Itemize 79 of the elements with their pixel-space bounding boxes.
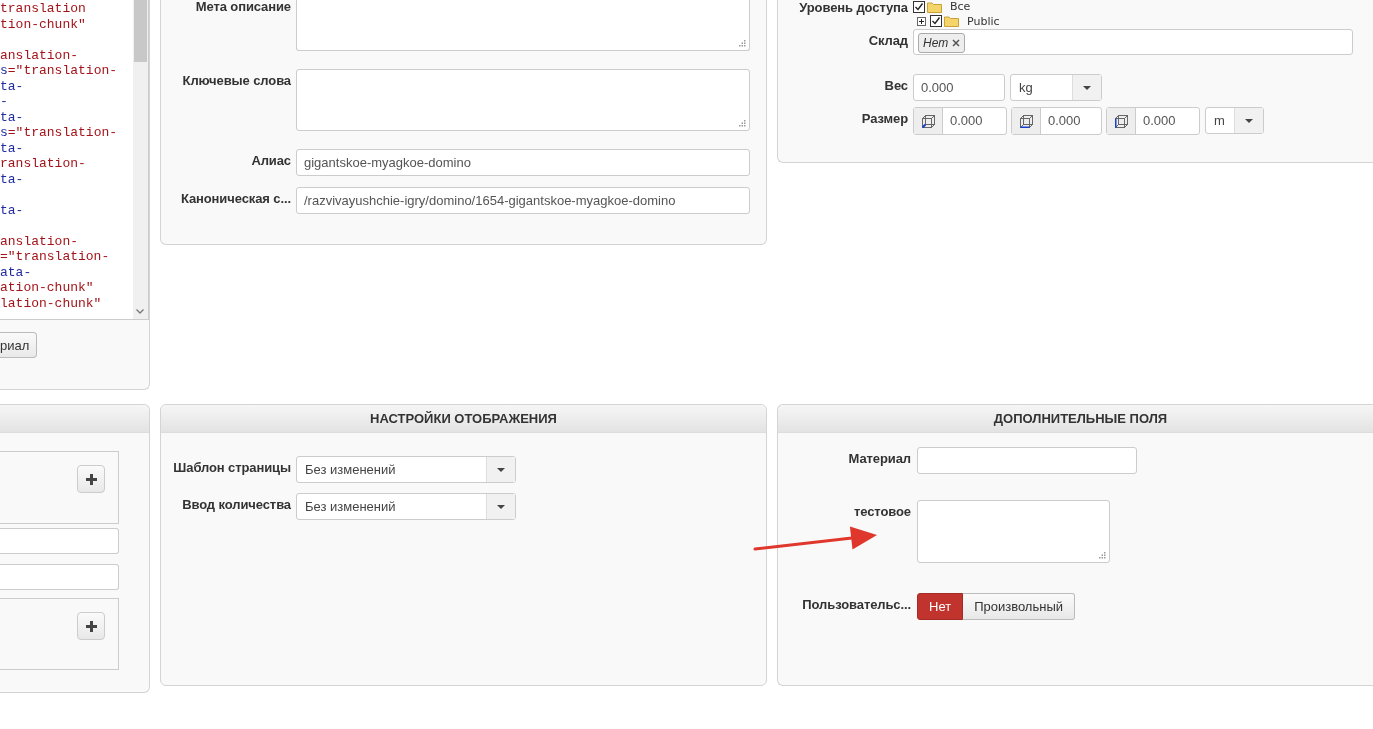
code-line: tion-chunk": [0, 16, 87, 32]
cube-icon: [1019, 114, 1033, 128]
panel-title: НАСТРОЙКИ ОТОБРАЖЕНИЯ: [370, 411, 557, 426]
code-line: ranslation-: [0, 156, 87, 172]
field-label: Вес: [883, 77, 908, 93]
scroll-down-icon[interactable]: [136, 309, 144, 314]
code-line: translation: [0, 1, 87, 17]
code-line: s="translation-: [0, 125, 119, 141]
field-label: Ввод количества: [181, 496, 291, 512]
code-line: anslation-: [0, 47, 79, 63]
plus-icon: [85, 620, 97, 632]
code-line: s="translation-: [0, 63, 119, 79]
toggle-option[interactable]: Произвольный: [963, 593, 1075, 620]
resize-grip-icon: [739, 40, 746, 47]
tag-field[interactable]: Нет: [913, 29, 1353, 55]
dropdown-select[interactable]: Без изменений: [296, 456, 516, 483]
tree-item[interactable]: Public: [967, 14, 1000, 28]
tag-chip[interactable]: Нет: [918, 33, 966, 53]
dimension-input[interactable]: 0.000: [913, 107, 1007, 135]
code-line: ta-: [0, 140, 25, 156]
text-area[interactable]: [296, 69, 750, 131]
scrollbar[interactable]: [133, 0, 148, 319]
remove-icon[interactable]: [952, 39, 961, 47]
code-line: ta-: [0, 202, 25, 218]
input-field[interactable]: /razvivayushchie-igry/domino/1654-gigantskoe-myagkoe-domino: [296, 187, 750, 214]
caret-icon: [1083, 85, 1091, 90]
dimension-input[interactable]: 0.000: [1106, 107, 1200, 135]
field-label: тестовое: [853, 503, 911, 519]
code-line: ation-chunk": [0, 280, 95, 296]
field-label: Шаблон страницы: [172, 459, 291, 475]
tree-item[interactable]: Все: [950, 0, 971, 13]
input-field[interactable]: [0, 528, 119, 554]
code-line: ta-: [0, 171, 25, 187]
caret-icon: [497, 504, 505, 509]
toggle-option[interactable]: Нет: [917, 593, 964, 620]
field-label: Ключевые слова: [181, 72, 291, 88]
checkbox[interactable]: [930, 15, 942, 27]
code-area[interactable]: translation tion-chunk" anslation- s="translation- ta- - ta- s="translation- ta- ranslation- ta- ta- anslation- ="translation- ata- ation-chunk" lation-chunk": [0, 0, 149, 320]
cube-icon: [1114, 114, 1128, 128]
add-button[interactable]: [77, 465, 105, 493]
dropdown-select[interactable]: Без изменений: [296, 493, 516, 520]
dimension-input[interactable]: 0.000: [1011, 107, 1102, 135]
cut-off-button[interactable]: риал: [0, 332, 37, 358]
code-line: ta-: [0, 78, 25, 94]
checkbox[interactable]: [913, 0, 925, 13]
field-label: Уровень доступа: [798, 0, 908, 15]
code-line: ="translation-: [0, 249, 111, 265]
resize-grip-icon: [1099, 552, 1106, 559]
field-label: Пользовательс...: [801, 596, 911, 612]
code-line: lation-chunk": [0, 295, 103, 311]
code-line: ata-: [0, 264, 33, 280]
caret-icon: [1245, 118, 1253, 123]
scrollbar-thumb[interactable]: [134, 0, 147, 62]
field-label: Каноническая с...: [179, 190, 291, 206]
add-button[interactable]: [77, 612, 105, 640]
weight-input[interactable]: 0.000: [913, 74, 1005, 101]
unit-select[interactable]: kg: [1010, 74, 1102, 101]
field-label: Материал: [847, 450, 911, 466]
panel-title: ДОПОЛНИТЕЛЬНЫЕ ПОЛЯ: [993, 411, 1168, 426]
resize-grip-icon: [739, 120, 746, 127]
input-field[interactable]: gigantskoe-myagkoe-domino: [296, 149, 750, 176]
code-line: anslation-: [0, 233, 79, 249]
plus-icon: [85, 473, 97, 485]
folder-icon: [927, 0, 942, 13]
input-field[interactable]: [0, 564, 119, 590]
folder-icon: [944, 15, 959, 27]
text-area[interactable]: [296, 0, 750, 51]
text-area[interactable]: [917, 500, 1110, 563]
field-label: Размер: [860, 110, 908, 126]
cube-icon: [921, 114, 935, 128]
input-field[interactable]: [917, 447, 1137, 474]
code-line: -: [0, 94, 9, 110]
field-label: Мета описание: [194, 0, 291, 14]
code-line: ta-: [0, 109, 25, 125]
field-label: Склад: [867, 32, 908, 48]
field-label: Алиас: [250, 152, 291, 168]
caret-icon: [497, 467, 505, 472]
expand-icon[interactable]: [917, 16, 926, 26]
unit-select[interactable]: m: [1205, 107, 1264, 134]
